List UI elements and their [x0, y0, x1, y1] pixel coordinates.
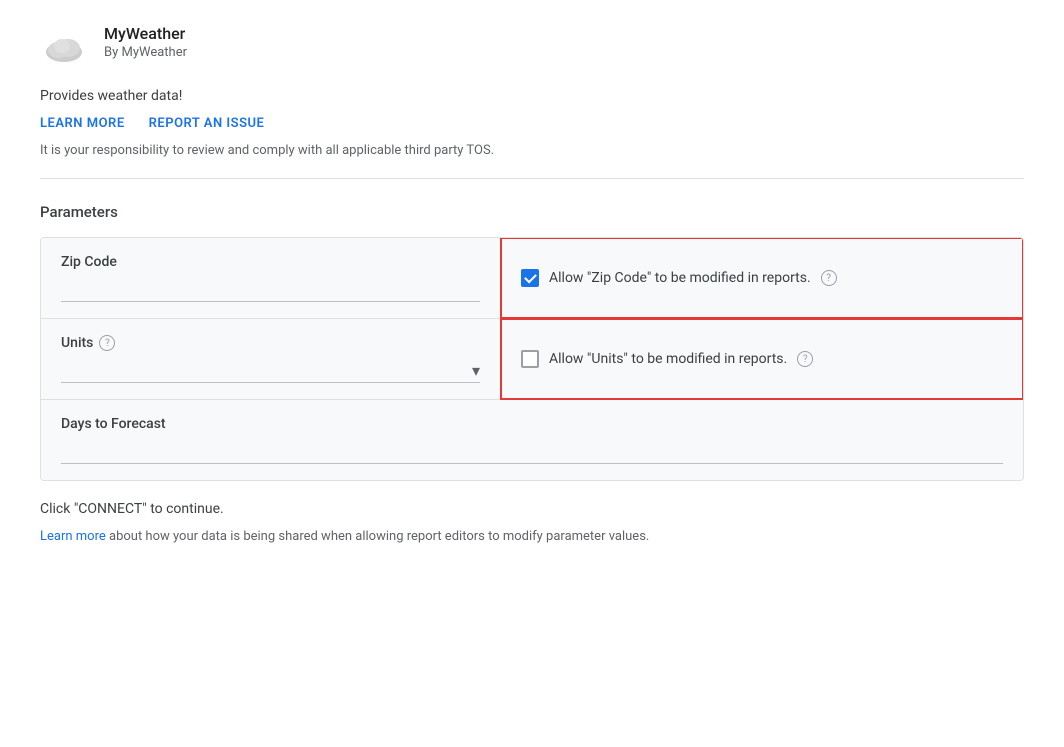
tos-text: It is your responsibility to review and …	[40, 143, 1024, 158]
param-left-days-to-forecast: Days to Forecast	[41, 400, 1023, 480]
app-header: MyWeather By MyWeather	[40, 24, 1024, 72]
units-right-help-icon[interactable]: ?	[797, 351, 813, 367]
days-to-forecast-input[interactable]	[61, 443, 1003, 464]
click-connect-text: Click "CONNECT" to continue.	[40, 501, 1024, 517]
parameters-title: Parameters	[40, 203, 1024, 221]
zip-code-checkbox-row: Allow "Zip Code" to be modified in repor…	[521, 269, 837, 287]
days-to-forecast-label-row: Days to Forecast	[61, 416, 1003, 432]
param-row-units: Units ? Imperial Metric ▾	[41, 319, 1023, 400]
parameters-section: Parameters Zip Code Allow "Zip Code" to …	[40, 203, 1024, 481]
params-table: Zip Code Allow "Zip Code" to be modified…	[40, 237, 1024, 481]
app-info: MyWeather By MyWeather	[104, 24, 187, 60]
app-links: LEARN MORE REPORT AN ISSUE	[40, 116, 1024, 131]
learn-more-footer-suffix: about how your data is being shared when…	[106, 529, 650, 544]
zip-code-input[interactable]	[61, 281, 480, 302]
units-checkbox[interactable]	[521, 350, 539, 368]
zip-code-checkbox-label: Allow "Zip Code" to be modified in repor…	[549, 270, 811, 286]
days-to-forecast-label: Days to Forecast	[61, 416, 166, 432]
units-checkbox-row: Allow "Units" to be modified in reports.…	[521, 350, 813, 368]
units-help-icon[interactable]: ?	[99, 335, 115, 351]
app-description: Provides weather data!	[40, 88, 1024, 104]
section-divider	[40, 178, 1024, 179]
param-row-days-to-forecast: Days to Forecast	[41, 400, 1023, 480]
units-select[interactable]: Imperial Metric	[61, 363, 472, 379]
units-dropdown-arrow: ▾	[472, 361, 480, 380]
units-label-row: Units ?	[61, 335, 480, 351]
app-icon	[40, 24, 88, 72]
app-by: By MyWeather	[104, 45, 187, 60]
zip-code-checkbox[interactable]	[521, 269, 539, 287]
param-right-zip-code: Allow "Zip Code" to be modified in repor…	[501, 238, 1023, 318]
app-title: MyWeather	[104, 24, 187, 43]
units-checkbox-label: Allow "Units" to be modified in reports.	[549, 351, 787, 367]
units-select-wrapper: Imperial Metric ▾	[61, 361, 480, 383]
footer-section: Click "CONNECT" to continue. Learn more …	[40, 501, 1024, 544]
learn-more-footer: Learn more about how your data is being …	[40, 529, 1024, 544]
page-container: MyWeather By MyWeather Provides weather …	[0, 0, 1064, 584]
report-issue-link[interactable]: REPORT AN ISSUE	[149, 116, 265, 131]
param-row-zip-code: Zip Code Allow "Zip Code" to be modified…	[41, 238, 1023, 319]
learn-more-link[interactable]: LEARN MORE	[40, 116, 125, 131]
zip-code-label-row: Zip Code	[61, 254, 480, 270]
learn-more-footer-link[interactable]: Learn more	[40, 529, 106, 544]
param-right-units: Allow "Units" to be modified in reports.…	[501, 319, 1023, 399]
param-left-units: Units ? Imperial Metric ▾	[41, 319, 501, 399]
param-left-zip-code: Zip Code	[41, 238, 501, 318]
zip-code-label: Zip Code	[61, 254, 117, 270]
units-label: Units	[61, 335, 93, 351]
zip-code-right-help-icon[interactable]: ?	[821, 270, 837, 286]
